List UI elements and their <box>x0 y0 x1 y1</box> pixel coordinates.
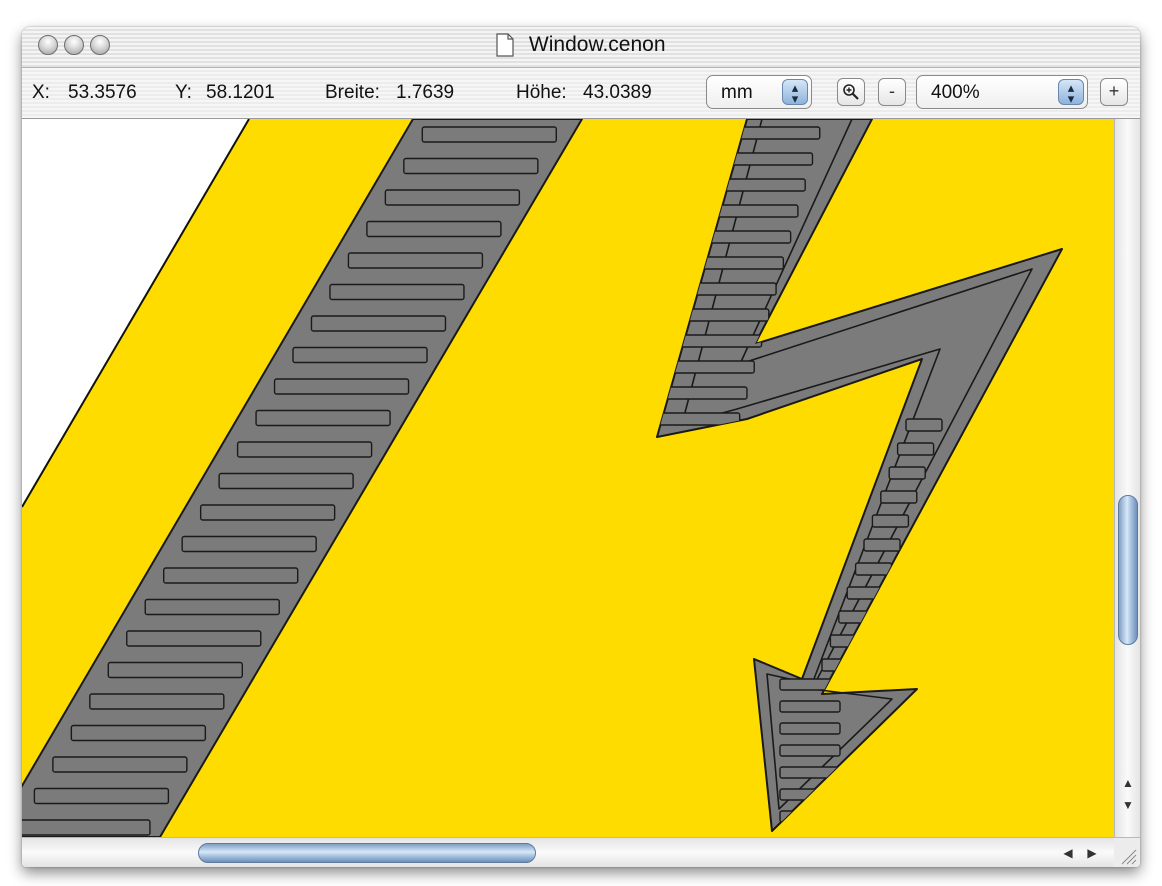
magnifier-plus-icon <box>843 84 859 100</box>
horizontal-scrollbar[interactable]: ◀ ▶ <box>22 837 1114 867</box>
hatch-slat <box>403 157 539 175</box>
zoom-out-button[interactable]: - <box>878 78 906 106</box>
hatch-slat <box>666 386 748 400</box>
hatch-slat <box>329 283 465 301</box>
warning-sign-drawing <box>22 119 1114 837</box>
hatch-slat <box>52 756 188 773</box>
hatch-slat <box>421 126 558 143</box>
hatch-slat <box>255 409 391 427</box>
zoom-level-value: 400% <box>931 82 980 103</box>
document-icon <box>496 33 515 57</box>
zoom-select-arrows-icon: ▴ ▾ <box>1058 79 1084 105</box>
hatch-slat <box>144 598 280 616</box>
hatch-slat <box>880 490 918 504</box>
vertical-scroll-thumb[interactable] <box>1118 495 1138 645</box>
vertical-scrollbar[interactable]: ▲ ▼ <box>1114 119 1140 837</box>
hatch-slat <box>779 700 841 713</box>
scroll-right-arrow-icon[interactable]: ▶ <box>1082 843 1102 863</box>
zoom-plus-button[interactable]: + <box>1100 78 1128 106</box>
hatch-slat <box>779 722 841 735</box>
width-value: 1.7639 <box>396 82 455 103</box>
hatch-slat <box>702 256 785 270</box>
hatch-slat <box>863 538 901 552</box>
hatch-slat <box>107 661 243 679</box>
hatch-slat <box>70 724 207 742</box>
hatch-slat <box>888 466 926 480</box>
width-label: Breite: <box>325 82 380 103</box>
hatch-slat <box>218 472 354 490</box>
hatch-slat <box>695 282 777 296</box>
drawing-canvas[interactable] <box>22 119 1114 837</box>
hatch-slat <box>347 252 484 269</box>
height-label: Höhe: <box>516 82 567 103</box>
hatch-slat <box>871 514 910 528</box>
hatch-slat <box>896 442 935 456</box>
hatch-slat <box>292 346 428 364</box>
hatch-slat <box>731 152 814 166</box>
hatch-slat <box>739 126 821 140</box>
hatch-slat <box>310 315 447 332</box>
scroll-up-arrow-icon[interactable]: ▲ <box>1115 773 1140 793</box>
horizontal-scroll-thumb[interactable] <box>198 843 536 863</box>
hatch-slat <box>163 567 299 584</box>
unit-select[interactable]: mm ▴ ▾ <box>706 75 812 109</box>
x-label: X: <box>32 82 50 103</box>
hatch-slat <box>384 189 521 206</box>
hatch-slat <box>717 204 799 218</box>
hatch-slat <box>680 334 763 348</box>
hatch-slat <box>22 819 151 836</box>
coordinate-toolbar: X: 53.3576 Y: 58.1201 Breite: 1.7639 Höh… <box>22 68 1140 119</box>
scroll-left-arrow-icon[interactable]: ◀ <box>1058 843 1078 863</box>
zoom-level-select[interactable]: 400% ▴ ▾ <box>916 75 1088 109</box>
zoom-in-button[interactable] <box>837 78 865 106</box>
x-value: 53.3576 <box>68 82 137 103</box>
hatch-slat <box>709 230 792 244</box>
hatch-slat <box>33 787 170 805</box>
hatch-slat <box>905 418 943 432</box>
hatch-slat <box>688 308 770 322</box>
hatch-slat <box>181 535 317 553</box>
hatch-slat <box>199 504 336 521</box>
hatch-slat <box>273 378 410 395</box>
hatch-slat <box>724 178 806 192</box>
height-value: 43.0389 <box>583 82 652 103</box>
window-title-area: Window.cenon <box>22 33 1140 59</box>
unit-select-arrows-icon: ▴ ▾ <box>782 79 808 105</box>
title-bar[interactable]: Window.cenon <box>22 27 1140 68</box>
hatch-slat <box>854 562 893 576</box>
hatch-slat <box>366 220 502 238</box>
unit-select-value: mm <box>721 82 753 103</box>
hatch-slat <box>126 630 262 647</box>
document-window: Window.cenon X: 53.3576 Y: 58.1201 Breit… <box>22 27 1140 867</box>
y-label: Y: <box>175 82 192 103</box>
y-value: 58.1201 <box>206 82 275 103</box>
window-title: Window.cenon <box>528 33 666 56</box>
hatch-slat <box>236 441 373 458</box>
hatch-slat <box>89 693 225 710</box>
resize-grip-icon[interactable] <box>1114 837 1140 867</box>
hatch-slat <box>673 360 755 374</box>
scroll-down-arrow-icon[interactable]: ▼ <box>1115 795 1140 815</box>
hatch-slat <box>779 744 841 757</box>
